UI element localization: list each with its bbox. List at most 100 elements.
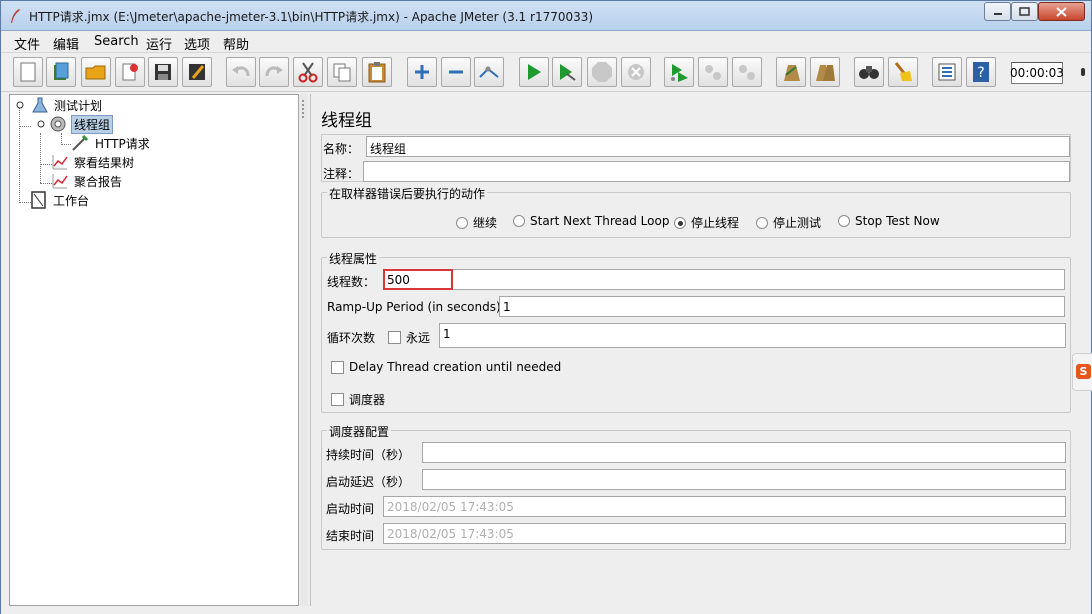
startup-delay-input[interactable]	[422, 469, 1066, 490]
side-widget[interactable]: S	[1072, 353, 1092, 391]
tree-node-view-results-tree[interactable]: 察看结果树	[52, 153, 136, 171]
start-no-pauses-button[interactable]	[552, 57, 582, 87]
radio-label: Stop Test Now	[855, 214, 940, 228]
expanded-handle-icon[interactable]	[14, 99, 26, 111]
radio-stop-test[interactable]: 停止测试	[756, 214, 821, 231]
search-button[interactable]	[854, 57, 884, 87]
radio-indicator	[513, 215, 525, 227]
splitter-grip	[302, 116, 304, 118]
tree-node-label: 聚合报告	[74, 174, 123, 189]
menu-edit[interactable]: 编辑	[53, 34, 79, 53]
elapsed-timer: 00:00:03	[1010, 62, 1064, 84]
thread-properties-legend: 线程属性	[327, 250, 380, 267]
menu-run[interactable]: 运行	[146, 34, 172, 53]
function-helper-button[interactable]	[932, 57, 962, 87]
minimize-icon	[993, 12, 1002, 15]
close-icon	[1056, 6, 1067, 17]
close-plan-button[interactable]	[115, 57, 145, 87]
save-button[interactable]	[148, 57, 178, 87]
clear-button[interactable]	[776, 57, 806, 87]
save-icon	[155, 64, 171, 80]
duration-input[interactable]	[422, 442, 1066, 463]
tree-node-label: 工作台	[53, 193, 90, 208]
minimize-button[interactable]	[984, 2, 1011, 21]
scheduler-config-legend: 调度器配置	[327, 423, 392, 440]
toggle-button[interactable]	[474, 57, 504, 87]
radio-indicator	[456, 216, 468, 229]
radio-stop-test-now[interactable]: Stop Test Now	[838, 214, 940, 228]
remote-shutdown-all-button[interactable]	[732, 57, 762, 87]
collapse-all-button[interactable]	[441, 57, 471, 87]
remote-stop-icon	[705, 65, 721, 80]
remote-shutdown-icon	[739, 65, 755, 80]
radio-stop-thread[interactable]: 停止线程	[674, 214, 739, 231]
jmeter-feather-icon	[11, 9, 20, 23]
remote-start-all-button[interactable]	[664, 57, 694, 87]
name-input[interactable]: 线程组	[366, 136, 1070, 157]
start-time-input[interactable]: 2018/02/05 17:43:05	[383, 496, 1066, 517]
help-button[interactable]: ?	[966, 57, 996, 87]
menu-file[interactable]: 文件	[14, 34, 40, 53]
expanded-handle-icon[interactable]	[35, 118, 47, 130]
search-icon	[859, 66, 879, 79]
radio-start-next-loop[interactable]: Start Next Thread Loop	[513, 214, 669, 228]
panel-splitter[interactable]	[300, 94, 308, 606]
stop-button[interactable]	[587, 57, 617, 87]
expand-all-button[interactable]	[407, 57, 437, 87]
cut-icon	[298, 62, 318, 83]
delay-thread-creation-checkbox[interactable]: Delay Thread creation until needed	[331, 360, 561, 374]
redo-button[interactable]	[259, 57, 289, 87]
remote-start-icon	[671, 64, 688, 82]
title-bar: HTTP请求.jmx (E:\Jmeter\apache-jmeter-3.1\…	[1, 1, 1091, 31]
svg-text:?: ?	[977, 65, 984, 81]
tree-node-http-request[interactable]: HTTP请求	[71, 134, 152, 152]
start-button[interactable]	[519, 57, 549, 87]
paste-button[interactable]	[362, 57, 392, 87]
forever-label: 永远	[406, 331, 431, 345]
end-time-input[interactable]: 2018/02/05 17:43:05	[383, 523, 1066, 544]
templates-button[interactable]	[46, 57, 76, 87]
new-button[interactable]	[13, 57, 43, 87]
menu-search[interactable]: Search	[94, 34, 139, 49]
comment-input[interactable]	[363, 161, 1070, 182]
close-button[interactable]	[1038, 2, 1085, 21]
redo-icon	[265, 66, 283, 77]
function-helper-icon	[938, 63, 956, 81]
menu-options[interactable]: 选项	[184, 34, 210, 53]
tree-node-label: 察看结果树	[74, 155, 135, 170]
threads-input[interactable]: 500	[383, 269, 453, 290]
open-button[interactable]	[81, 57, 111, 87]
paste-icon	[368, 62, 386, 83]
window-title: HTTP请求.jmx (E:\Jmeter\apache-jmeter-3.1\…	[29, 10, 594, 24]
http-sampler-icon	[72, 134, 89, 151]
loop-count-input[interactable]: 1	[439, 323, 1066, 348]
tree-node-thread-group[interactable]: 线程组	[35, 114, 114, 134]
thread-group-icon	[50, 116, 66, 132]
remote-stop-all-button[interactable]	[698, 57, 728, 87]
maximize-icon	[1019, 7, 1030, 16]
maximize-button[interactable]	[1011, 2, 1038, 21]
tree-node-aggregate-report[interactable]: 聚合报告	[52, 172, 124, 190]
sogou-s-icon: S	[1076, 364, 1091, 379]
tree-node-test-plan[interactable]: 测试计划	[14, 96, 104, 114]
tree-node-workbench[interactable]: 工作台	[31, 191, 91, 209]
tree-connector	[40, 164, 52, 165]
cut-button[interactable]	[293, 57, 323, 87]
startup-delay-label: 启动延迟（秒）	[326, 475, 411, 489]
menu-help[interactable]: 帮助	[223, 34, 249, 53]
forever-checkbox[interactable]: 永远	[388, 329, 430, 346]
checkbox-box	[388, 331, 401, 344]
templates-icon	[54, 62, 69, 80]
reset-search-button[interactable]	[888, 57, 918, 87]
test-plan-icon	[32, 97, 48, 113]
shutdown-button[interactable]	[621, 57, 651, 87]
duration-label: 持续时间（秒）	[326, 448, 411, 462]
undo-button[interactable]	[226, 57, 256, 87]
thread-group-editor: 线程组 名称： 线程组 注释： 在取样器错误后要执行的动作 继续 Start N…	[310, 94, 1091, 606]
copy-button[interactable]	[327, 57, 357, 87]
scheduler-checkbox[interactable]: 调度器	[331, 391, 385, 408]
save-as-button[interactable]	[182, 57, 212, 87]
radio-continue[interactable]: 继续	[456, 214, 497, 231]
rampup-input[interactable]: 1	[499, 296, 1065, 317]
clear-all-button[interactable]	[810, 57, 840, 87]
